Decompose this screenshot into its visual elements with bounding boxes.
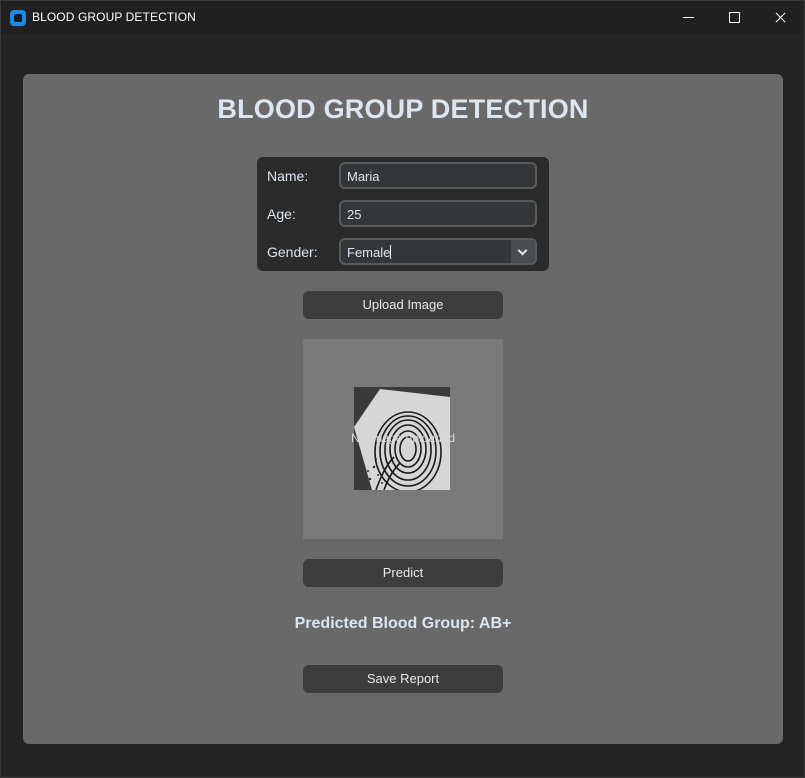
prediction-result: Predicted Blood Group: AB+ <box>294 615 512 632</box>
chevron-down-icon[interactable] <box>511 240 535 263</box>
gender-label: Gender: <box>267 244 318 260</box>
gender-select[interactable]: Female <box>339 238 537 265</box>
app-icon <box>10 10 26 26</box>
maximize-button[interactable] <box>711 1 757 34</box>
upload-image-button[interactable]: Upload Image <box>303 291 503 319</box>
app-window: BLOOD GROUP DETECTION BLOOD GROUP DETECT… <box>0 0 805 778</box>
minimize-button[interactable] <box>665 1 711 34</box>
age-label: Age: <box>267 206 296 222</box>
page-title: BLOOD GROUP DETECTION <box>217 94 589 124</box>
gender-value: Female <box>347 245 391 260</box>
name-value: Maria <box>347 169 380 184</box>
predict-button[interactable]: Predict <box>303 559 503 587</box>
patient-form: Name: Maria Age: 25 Gender: Female <box>257 157 549 271</box>
image-preview: No image uploaded <box>303 339 503 539</box>
name-field[interactable]: Maria <box>339 162 537 189</box>
close-button[interactable] <box>757 1 803 34</box>
name-label: Name: <box>267 168 309 184</box>
no-image-label: No image uploaded <box>350 431 456 445</box>
main-panel: BLOOD GROUP DETECTION Name: Maria Age: 2… <box>23 74 783 744</box>
save-report-button[interactable]: Save Report <box>303 665 503 693</box>
age-field[interactable]: 25 <box>339 200 537 227</box>
age-value: 25 <box>347 207 362 222</box>
text-caret <box>390 245 392 259</box>
title-bar[interactable]: BLOOD GROUP DETECTION <box>1 1 804 34</box>
window-title: BLOOD GROUP DETECTION <box>32 10 196 24</box>
